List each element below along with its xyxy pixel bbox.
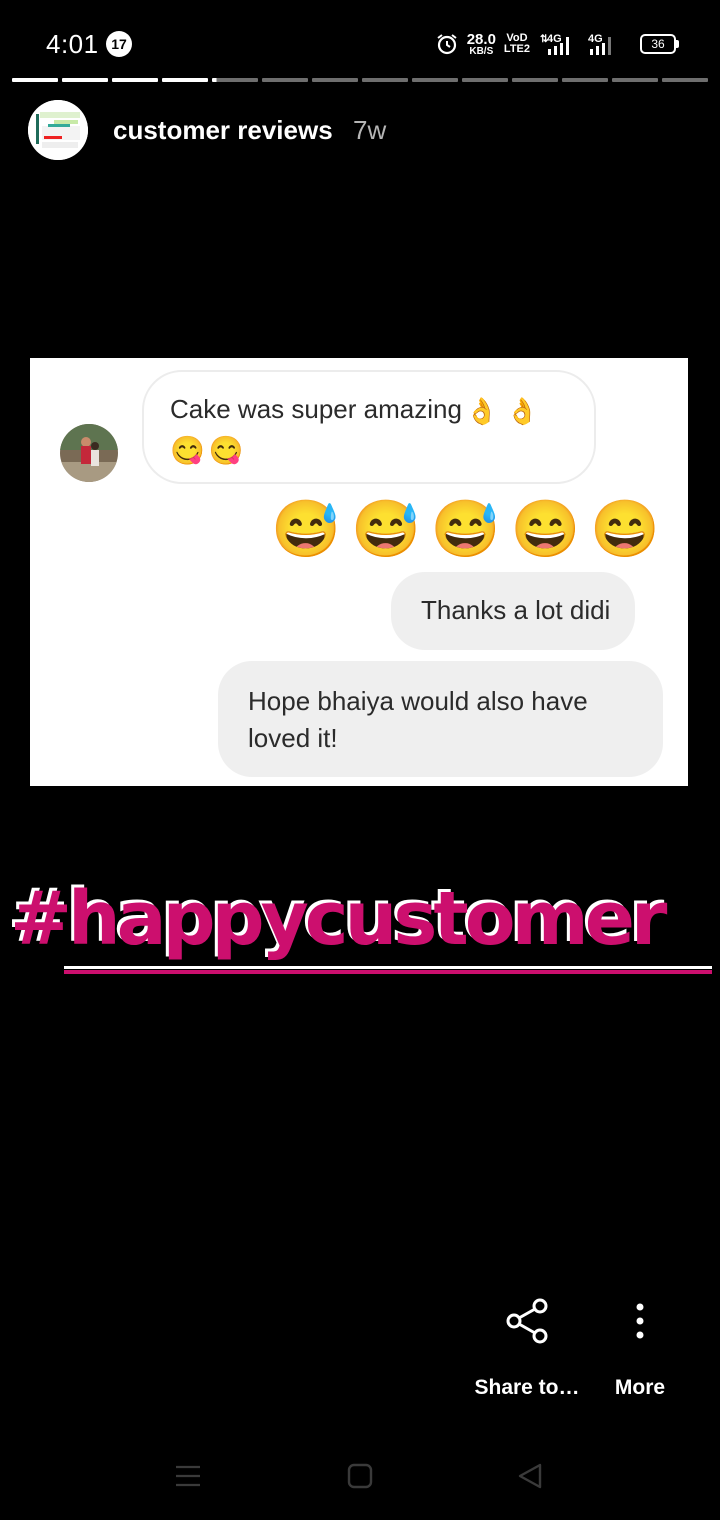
story-progress [12,78,708,82]
yum-emoji: 😋 [170,435,205,466]
customer-avatar [60,424,118,482]
story-progress-segment [12,78,58,82]
signal-1-label: 4G [547,33,562,45]
outgoing-message-1: Thanks a lot didi [421,595,611,625]
volte-indicator: VoD LTE2 [504,33,530,55]
reaction-emoji: 😅 [430,497,501,560]
incoming-message-text: Cake was super amazing [170,394,462,424]
share-button[interactable]: Share to… [472,1296,582,1400]
notification-badge: 17 [106,31,132,57]
volte-line2: LTE2 [503,43,530,55]
signal-2-label: 4G [588,33,603,45]
share-icon [506,1298,548,1344]
account-name[interactable]: customer reviews [113,115,333,146]
hashtag-underline [64,970,712,974]
ok-hand-emoji: 👌 [465,395,499,426]
story-progress-segment [112,78,158,82]
reaction-emoji-row: 😅 😅 😅 😄 😄 [271,498,660,560]
battery-indicator: 36 [640,34,679,54]
more-vertical-icon [636,1303,644,1339]
story-progress-segment [162,78,208,82]
back-triangle-icon[interactable] [516,1462,544,1490]
reaction-emoji: 😄 [510,497,581,560]
outgoing-message-bubble: Hope bhaiya would also have loved it! [218,661,663,777]
hashtag-underline [64,966,712,969]
story-progress-segment [562,78,608,82]
avatar-thumbnail [28,100,88,160]
reaction-emoji: 😄 [590,497,660,560]
net-speed: 28.0 KB/S [467,32,496,57]
story-progress-segment [412,78,458,82]
outgoing-message-bubble: Thanks a lot didi [391,572,635,650]
signal-2-icon: 4G [588,33,611,55]
story-progress-segment [662,78,708,82]
menu-icon[interactable] [174,1462,202,1490]
more-button[interactable]: More [600,1296,680,1400]
status-bar: 4:01 17 28.0 KB/S VoD LTE2 ⇅ 4G 4G 36 [0,0,720,70]
net-speed-value: 28.0 [466,30,496,48]
story-progress-segment [362,78,408,82]
story-progress-segment [62,78,108,82]
account-avatar[interactable] [28,100,88,160]
hashtag-text: #happycustomer [10,876,667,962]
home-square-icon[interactable] [346,1462,374,1490]
story-progress-segment [312,78,358,82]
status-icons: 28.0 KB/S VoD LTE2 ⇅ 4G 4G 36 [435,28,679,60]
outgoing-message-2: Hope bhaiya would also have loved it! [248,686,588,753]
more-label: More [614,1376,666,1399]
reaction-emoji: 😅 [351,497,421,560]
hashtag-sticker[interactable]: #happycustomer [10,876,712,986]
net-speed-unit: KB/S [469,45,494,57]
story-progress-segment [612,78,658,82]
review-screenshot: Cake was super amazing 👌 👌 😋 😋 😅 😅 😅 😄 😄 Tha… [30,358,688,786]
story-progress-segment [462,78,508,82]
reaction-emoji: 😅 [271,497,342,560]
story-progress-segment [212,78,258,82]
incoming-message-bubble: Cake was super amazing 👌 👌 😋 😋 [142,370,596,484]
story-progress-segment [512,78,558,82]
status-time: 4:01 [46,29,99,59]
yum-emoji: 😋 [208,435,244,466]
alarm-icon [437,34,457,55]
signal-1-icon: ⇅ 4G [540,33,569,55]
story-progress-segment [262,78,308,82]
incoming-message: Cake was super amazing 👌 👌 [170,394,539,427]
story-age: 7w [353,115,387,145]
ok-hand-emoji: 👌 [506,395,539,426]
share-label: Share to… [474,1376,580,1399]
system-nav-bar [0,1440,720,1520]
